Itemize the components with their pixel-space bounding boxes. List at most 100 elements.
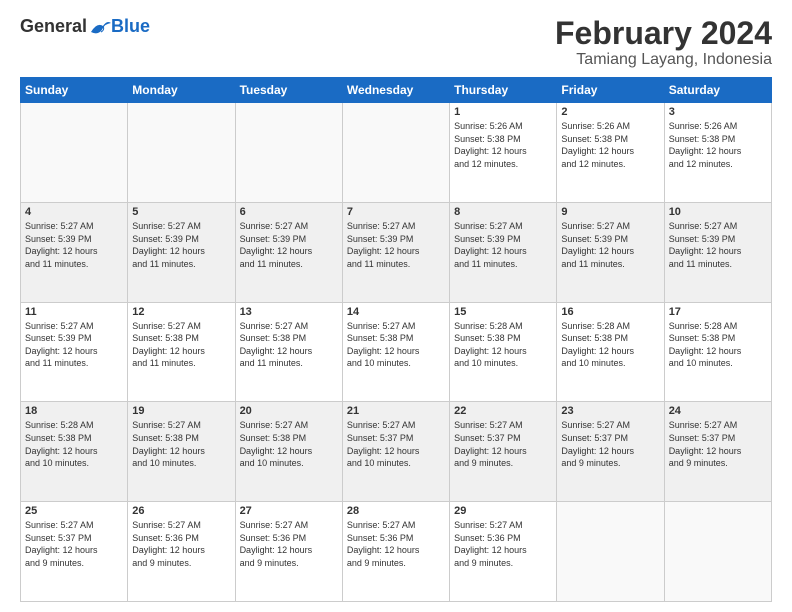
- calendar-cell: [235, 103, 342, 203]
- day-info: Sunrise: 5:27 AM Sunset: 5:39 PM Dayligh…: [25, 220, 123, 270]
- calendar-cell: 17 Sunrise: 5:28 AM Sunset: 5:38 PM Dayli…: [664, 302, 771, 402]
- day-number: 13: [240, 306, 338, 318]
- day-header-tuesday: Tuesday: [235, 78, 342, 103]
- calendar-cell: 5 Sunrise: 5:27 AM Sunset: 5:39 PM Daylig…: [128, 202, 235, 302]
- day-info: Sunrise: 5:26 AM Sunset: 5:38 PM Dayligh…: [669, 120, 767, 170]
- day-info: Sunrise: 5:27 AM Sunset: 5:39 PM Dayligh…: [669, 220, 767, 270]
- calendar-cell: 15 Sunrise: 5:28 AM Sunset: 5:38 PM Dayli…: [450, 302, 557, 402]
- day-info: Sunrise: 5:27 AM Sunset: 5:36 PM Dayligh…: [132, 519, 230, 569]
- calendar-cell: 12 Sunrise: 5:27 AM Sunset: 5:38 PM Dayli…: [128, 302, 235, 402]
- calendar-cell: [557, 502, 664, 602]
- day-info: Sunrise: 5:27 AM Sunset: 5:38 PM Dayligh…: [132, 320, 230, 370]
- day-number: 27: [240, 505, 338, 517]
- calendar-cell: [664, 502, 771, 602]
- header: General Blue February 2024 Tamiang Layan…: [20, 16, 772, 69]
- day-info: Sunrise: 5:27 AM Sunset: 5:37 PM Dayligh…: [347, 419, 445, 469]
- day-number: 25: [25, 505, 123, 517]
- day-info: Sunrise: 5:27 AM Sunset: 5:38 PM Dayligh…: [347, 320, 445, 370]
- day-number: 2: [561, 106, 659, 118]
- day-number: 22: [454, 405, 552, 417]
- day-info: Sunrise: 5:28 AM Sunset: 5:38 PM Dayligh…: [561, 320, 659, 370]
- day-number: 9: [561, 206, 659, 218]
- calendar-cell: 19Sunrise: 5:27 AM Sunset: 5:38 PM Dayli…: [128, 402, 235, 502]
- week-row-1: 1 Sunrise: 5:26 AM Sunset: 5:38 PM Daylig…: [21, 103, 772, 203]
- day-number: 21: [347, 405, 445, 417]
- day-number: 7: [347, 206, 445, 218]
- day-number: 20: [240, 405, 338, 417]
- day-number: 6: [240, 206, 338, 218]
- day-info: Sunrise: 5:28 AM Sunset: 5:38 PM Dayligh…: [25, 419, 123, 469]
- day-info: Sunrise: 5:28 AM Sunset: 5:38 PM Dayligh…: [669, 320, 767, 370]
- calendar-cell: 23Sunrise: 5:27 AM Sunset: 5:37 PM Dayli…: [557, 402, 664, 502]
- day-number: 14: [347, 306, 445, 318]
- calendar-cell: 3 Sunrise: 5:26 AM Sunset: 5:38 PM Daylig…: [664, 103, 771, 203]
- logo-blue-text: Blue: [111, 16, 150, 37]
- calendar-cell: [21, 103, 128, 203]
- calendar-cell: 16 Sunrise: 5:28 AM Sunset: 5:38 PM Dayli…: [557, 302, 664, 402]
- day-info: Sunrise: 5:27 AM Sunset: 5:39 PM Dayligh…: [561, 220, 659, 270]
- day-number: 18: [25, 405, 123, 417]
- day-info: Sunrise: 5:27 AM Sunset: 5:39 PM Dayligh…: [454, 220, 552, 270]
- day-info: Sunrise: 5:27 AM Sunset: 5:38 PM Dayligh…: [132, 419, 230, 469]
- calendar-cell: 20Sunrise: 5:27 AM Sunset: 5:38 PM Dayli…: [235, 402, 342, 502]
- day-header-monday: Monday: [128, 78, 235, 103]
- day-number: 15: [454, 306, 552, 318]
- day-number: 11: [25, 306, 123, 318]
- day-info: Sunrise: 5:27 AM Sunset: 5:39 PM Dayligh…: [25, 320, 123, 370]
- day-number: 17: [669, 306, 767, 318]
- day-number: 8: [454, 206, 552, 218]
- week-row-5: 25 Sunrise: 5:27 AM Sunset: 5:37 PM Dayli…: [21, 502, 772, 602]
- calendar-cell: 11 Sunrise: 5:27 AM Sunset: 5:39 PM Dayli…: [21, 302, 128, 402]
- day-info: Sunrise: 5:27 AM Sunset: 5:37 PM Dayligh…: [454, 419, 552, 469]
- day-number: 26: [132, 505, 230, 517]
- week-row-3: 11 Sunrise: 5:27 AM Sunset: 5:39 PM Dayli…: [21, 302, 772, 402]
- day-info: Sunrise: 5:27 AM Sunset: 5:37 PM Dayligh…: [25, 519, 123, 569]
- calendar-cell: [342, 103, 449, 203]
- calendar-cell: 4 Sunrise: 5:27 AM Sunset: 5:39 PM Daylig…: [21, 202, 128, 302]
- logo: General Blue: [20, 16, 150, 37]
- day-number: 5: [132, 206, 230, 218]
- calendar-cell: 14 Sunrise: 5:27 AM Sunset: 5:38 PM Dayli…: [342, 302, 449, 402]
- day-header-friday: Friday: [557, 78, 664, 103]
- day-info: Sunrise: 5:27 AM Sunset: 5:39 PM Dayligh…: [132, 220, 230, 270]
- day-info: Sunrise: 5:27 AM Sunset: 5:39 PM Dayligh…: [347, 220, 445, 270]
- calendar-cell: 7 Sunrise: 5:27 AM Sunset: 5:39 PM Daylig…: [342, 202, 449, 302]
- day-number: 3: [669, 106, 767, 118]
- title-block: February 2024 Tamiang Layang, Indonesia: [555, 16, 772, 69]
- day-number: 16: [561, 306, 659, 318]
- logo-bird-icon: [89, 18, 111, 36]
- calendar-cell: 8 Sunrise: 5:27 AM Sunset: 5:39 PM Daylig…: [450, 202, 557, 302]
- day-number: 4: [25, 206, 123, 218]
- day-number: 24: [669, 405, 767, 417]
- day-number: 12: [132, 306, 230, 318]
- calendar-cell: 21 Sunrise: 5:27 AM Sunset: 5:37 PM Dayli…: [342, 402, 449, 502]
- location: Tamiang Layang, Indonesia: [555, 51, 772, 69]
- calendar-cell: 6Sunrise: 5:27 AM Sunset: 5:39 PM Daylig…: [235, 202, 342, 302]
- day-info: Sunrise: 5:26 AM Sunset: 5:38 PM Dayligh…: [561, 120, 659, 170]
- day-header-saturday: Saturday: [664, 78, 771, 103]
- day-number: 28: [347, 505, 445, 517]
- day-info: Sunrise: 5:27 AM Sunset: 5:36 PM Dayligh…: [347, 519, 445, 569]
- calendar-cell: 28 Sunrise: 5:27 AM Sunset: 5:36 PM Dayli…: [342, 502, 449, 602]
- week-row-2: 4 Sunrise: 5:27 AM Sunset: 5:39 PM Daylig…: [21, 202, 772, 302]
- month-year: February 2024: [555, 16, 772, 51]
- logo-text: General Blue: [20, 16, 150, 37]
- day-header-thursday: Thursday: [450, 78, 557, 103]
- calendar-cell: 2 Sunrise: 5:26 AM Sunset: 5:38 PM Daylig…: [557, 103, 664, 203]
- day-info: Sunrise: 5:28 AM Sunset: 5:38 PM Dayligh…: [454, 320, 552, 370]
- day-number: 1: [454, 106, 552, 118]
- calendar-cell: 18 Sunrise: 5:28 AM Sunset: 5:38 PM Dayli…: [21, 402, 128, 502]
- calendar-cell: 1Sunrise: 5:26 AM Sunset: 5:38 PM Daylig…: [450, 103, 557, 203]
- calendar-cell: 9 Sunrise: 5:27 AM Sunset: 5:39 PM Daylig…: [557, 202, 664, 302]
- calendar-table: SundayMondayTuesdayWednesdayThursdayFrid…: [20, 77, 772, 602]
- day-info: Sunrise: 5:27 AM Sunset: 5:37 PM Dayligh…: [561, 419, 659, 469]
- page: General Blue February 2024 Tamiang Layan…: [0, 0, 792, 612]
- logo-general-text: General: [20, 16, 87, 37]
- day-header-wednesday: Wednesday: [342, 78, 449, 103]
- day-info: Sunrise: 5:27 AM Sunset: 5:37 PM Dayligh…: [669, 419, 767, 469]
- day-header-sunday: Sunday: [21, 78, 128, 103]
- day-info: Sunrise: 5:27 AM Sunset: 5:36 PM Dayligh…: [454, 519, 552, 569]
- calendar-cell: 25 Sunrise: 5:27 AM Sunset: 5:37 PM Dayli…: [21, 502, 128, 602]
- calendar-cell: 22 Sunrise: 5:27 AM Sunset: 5:37 PM Dayli…: [450, 402, 557, 502]
- calendar-cell: 29Sunrise: 5:27 AM Sunset: 5:36 PM Dayli…: [450, 502, 557, 602]
